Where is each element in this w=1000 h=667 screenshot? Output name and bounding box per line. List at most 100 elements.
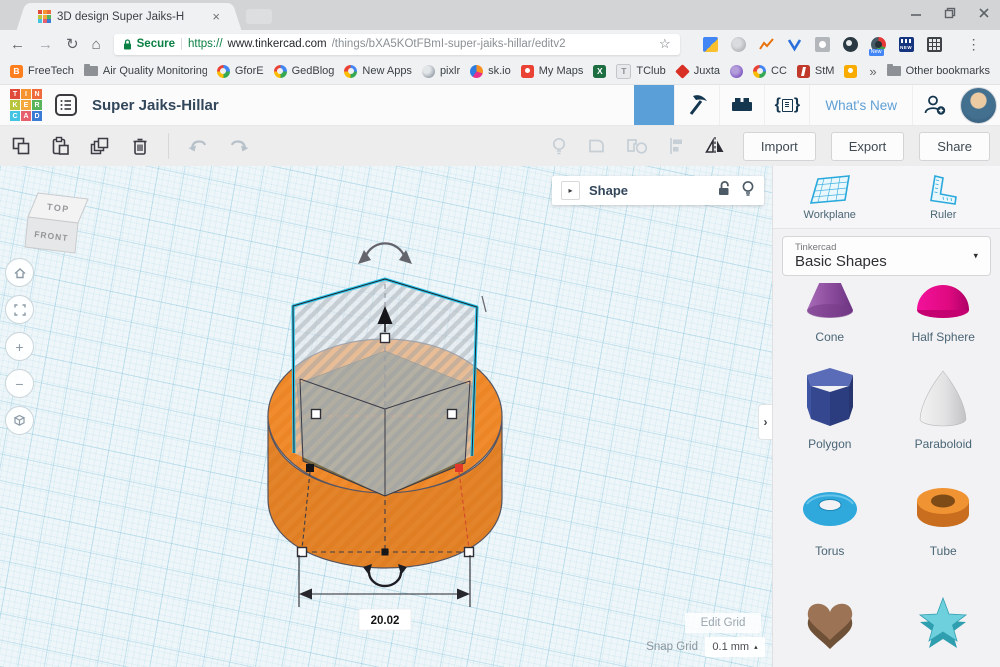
brick-button[interactable] [719, 85, 764, 125]
scale-handle-right[interactable] [448, 410, 457, 419]
extension-film-icon[interactable] [927, 37, 942, 52]
chrome-menu-icon[interactable]: ⋮ [967, 36, 981, 53]
export-button[interactable]: Export [831, 132, 905, 161]
snap-grid-dropdown[interactable]: 0.1 mm▴ [705, 637, 765, 657]
new-tab-button[interactable] [246, 9, 272, 24]
rotate-handle-top[interactable] [365, 243, 405, 258]
bookmark-gedblog[interactable]: GedBlog [274, 65, 335, 78]
window-restore-icon[interactable] [944, 7, 956, 19]
perspective-toggle-button[interactable] [5, 406, 34, 435]
visibility-bulb-icon[interactable] [741, 180, 755, 201]
3d-canvas[interactable]: 20.02 TOP FRONT + − [0, 166, 772, 667]
bookmark-bulb[interactable] [844, 65, 857, 78]
shape-item-tube[interactable]: Tube [887, 469, 1000, 558]
user-avatar[interactable] [960, 87, 997, 124]
extension-docs-icon[interactable] [703, 37, 718, 52]
home-view-button[interactable] [5, 258, 34, 287]
bookmark-freetech[interactable]: BFreeTech [10, 65, 74, 78]
design-title[interactable]: Super Jaiks-Hillar [92, 97, 219, 114]
ruler-tool[interactable]: Ruler [887, 166, 1000, 228]
zoom-in-button[interactable]: + [5, 332, 34, 361]
copy-button[interactable] [10, 135, 32, 157]
reload-icon[interactable]: ↻ [66, 37, 79, 52]
scale-handle-left[interactable] [312, 410, 321, 419]
sidebar-collapse-handle[interactable]: › [758, 404, 772, 440]
bookmark-pixlr[interactable]: pixlr [422, 65, 460, 78]
bookmark-tclub[interactable]: TTClub [616, 64, 665, 79]
google-icon [274, 65, 287, 78]
rotate-handle-bottom[interactable] [369, 572, 401, 586]
shape-item-polygon[interactable]: Polygon [773, 362, 887, 451]
dimension-value[interactable]: 20.02 [371, 615, 400, 627]
ungroup-button[interactable] [624, 135, 650, 157]
rotate-handle-right[interactable] [455, 464, 463, 472]
bookmark-skio[interactable]: sk.io [470, 65, 511, 78]
import-button[interactable]: Import [743, 132, 816, 161]
window-close-icon[interactable] [978, 7, 990, 19]
shape-item-half-sphere[interactable]: Half Sphere [887, 283, 1000, 344]
shape-item-star[interactable] [887, 588, 1000, 660]
extension-v-icon[interactable] [787, 37, 802, 52]
show-all-bulb-icon[interactable] [548, 135, 570, 157]
forward-icon[interactable]: → [38, 37, 53, 52]
delete-button[interactable] [129, 135, 151, 157]
bookmark-gfore[interactable]: GforE [217, 65, 264, 78]
codeblocks-button[interactable]: {} [764, 85, 809, 125]
extension-analytics-icon[interactable] [759, 37, 774, 52]
group-button[interactable] [585, 135, 609, 157]
bookmark-new-apps[interactable]: New Apps [344, 65, 412, 78]
minecraft-pickaxe-button[interactable] [674, 85, 719, 125]
address-bar[interactable]: Secure | https://www.tinkercad.com/thing… [114, 34, 680, 55]
bookmarks-overflow-icon[interactable]: » [869, 64, 876, 79]
workplane-tool[interactable]: Workplane [773, 166, 887, 228]
tab-close-icon[interactable]: × [212, 10, 220, 23]
window-minimize-icon[interactable] [910, 7, 922, 19]
undo-button[interactable] [186, 135, 210, 157]
mirror-button[interactable] [702, 134, 728, 158]
whats-new-link[interactable]: What's New [809, 85, 912, 125]
scale-handle-front-right[interactable] [465, 548, 474, 557]
other-bookmarks[interactable]: Other bookmarks [887, 65, 990, 77]
tab-title: 3D design Super Jaiks-H [57, 11, 206, 23]
rotate-handle-left[interactable] [306, 464, 314, 472]
paste-button[interactable] [49, 135, 71, 157]
lock-icon[interactable] [716, 180, 732, 201]
bookmark-stm[interactable]: StM [797, 65, 835, 78]
bookmark-sheet[interactable]: X [593, 65, 606, 78]
browser-tab[interactable]: 3D design Super Jaiks-H × [28, 3, 230, 30]
shape-item-heart[interactable] [773, 588, 887, 660]
shape-category-dropdown[interactable]: Tinkercad Basic Shapes ▾ [782, 236, 991, 276]
extension-gauge-icon[interactable]: New [871, 37, 886, 52]
shape-item-torus[interactable]: Torus [773, 469, 887, 558]
back-icon[interactable]: ← [10, 37, 25, 52]
view-cube[interactable]: TOP FRONT [14, 176, 98, 260]
extension-keep-icon[interactable] [815, 37, 830, 52]
bookmark-juxta[interactable]: Juxta [676, 65, 720, 78]
design-menu-icon[interactable] [54, 93, 78, 117]
fit-view-button[interactable] [5, 295, 34, 324]
zoom-out-button[interactable]: − [5, 369, 34, 398]
tinkercad-logo[interactable]: TIN KER CAD [10, 89, 42, 121]
bookmark-purple[interactable] [730, 65, 743, 78]
align-button[interactable] [665, 135, 687, 157]
bookmark-cc[interactable]: CC [753, 65, 787, 78]
duplicate-button[interactable] [88, 135, 112, 157]
3d-scene[interactable]: 20.02 [0, 166, 772, 667]
bookmark-air-quality[interactable]: Air Quality Monitoring [84, 65, 207, 77]
shape-item-paraboloid[interactable]: Paraboloid [887, 362, 1000, 451]
inspector-expand-icon[interactable]: ▸ [561, 181, 580, 200]
shape-item-cone[interactable]: Cone [773, 283, 887, 344]
redo-button[interactable] [227, 135, 251, 157]
extension-dark-icon[interactable] [843, 37, 858, 52]
extension-disabled-icon[interactable] [731, 37, 746, 52]
bookmark-star-icon[interactable]: ☆ [659, 36, 671, 52]
scale-handle-top[interactable] [381, 334, 390, 343]
invite-user-button[interactable] [912, 85, 957, 125]
dashboard-grid-button[interactable] [634, 85, 674, 125]
share-button[interactable]: Share [919, 132, 990, 161]
bookmark-my-maps[interactable]: My Maps [521, 65, 584, 78]
extension-newtab-icon[interactable]: NEW [899, 37, 914, 52]
home-icon[interactable]: ⌂ [92, 37, 101, 52]
edit-grid-button[interactable]: Edit Grid [685, 613, 761, 633]
half-sphere-thumbnail [907, 283, 979, 325]
